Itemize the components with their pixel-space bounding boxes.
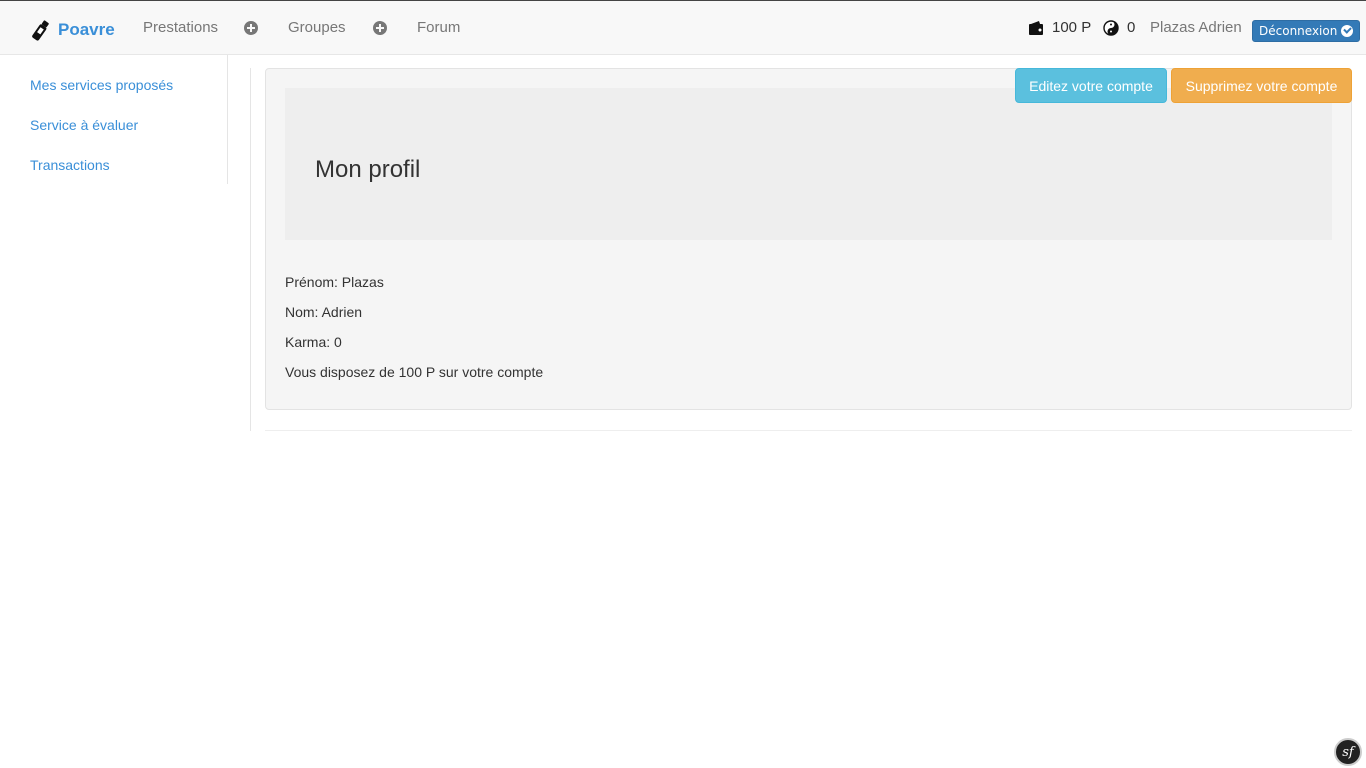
nav-groupes[interactable]: Groupes <box>288 19 346 36</box>
top-navbar: Poavre Prestations Groupes Forum 100 P 0… <box>0 0 1366 55</box>
symfony-toolbar-button[interactable]: sf <box>1334 738 1362 766</box>
user-name-link[interactable]: Plazas Adrien <box>1150 19 1242 36</box>
brand-name: Poavre <box>58 20 115 39</box>
wallet-amount: 100 P <box>1052 19 1092 36</box>
sidebar-item-transactions[interactable]: Transactions <box>30 157 110 173</box>
sidebar-item-evaluate[interactable]: Service à évaluer <box>30 117 138 133</box>
karma-line: Karma: 0 <box>285 334 342 350</box>
edit-account-button[interactable]: Editez votre compte <box>1015 68 1167 103</box>
wallet-icon <box>1029 20 1043 35</box>
add-prestation-icon[interactable] <box>244 21 258 35</box>
sidebar: Mes services proposés Service à évaluer … <box>0 55 228 184</box>
wallet-stat: 100 P <box>1028 19 1091 36</box>
horizontal-rule <box>265 430 1352 431</box>
logout-label: Déconnexion <box>1259 24 1338 38</box>
profile-panel: Mon profil Prénom: Plazas Nom: Adrien Ka… <box>265 68 1352 410</box>
nav-forum[interactable]: Forum <box>417 19 460 36</box>
karma-stat: 0 <box>1103 19 1135 36</box>
logout-button[interactable]: Déconnexion <box>1252 20 1361 42</box>
balance-line: Vous disposez de 100 P sur votre compte <box>285 364 544 380</box>
profile-header: Mon profil <box>285 88 1332 240</box>
sidebar-item-services[interactable]: Mes services proposés <box>30 77 173 93</box>
page-title: Mon profil <box>315 156 421 183</box>
last-name-line: Nom: Adrien <box>285 304 363 320</box>
check-circle-icon <box>1341 25 1354 37</box>
yin-yang-icon <box>1103 19 1119 36</box>
karma-value: 0 <box>1127 19 1136 36</box>
add-groupe-icon[interactable] <box>373 21 387 35</box>
nav-prestations[interactable]: Prestations <box>143 19 218 36</box>
delete-account-button[interactable]: Supprimez votre compte <box>1171 68 1352 103</box>
brand-link[interactable]: Poavre <box>30 17 115 43</box>
vertical-divider <box>250 68 251 431</box>
first-name-line: Prénom: Plazas <box>285 274 384 290</box>
pepper-logo-icon <box>32 20 49 41</box>
